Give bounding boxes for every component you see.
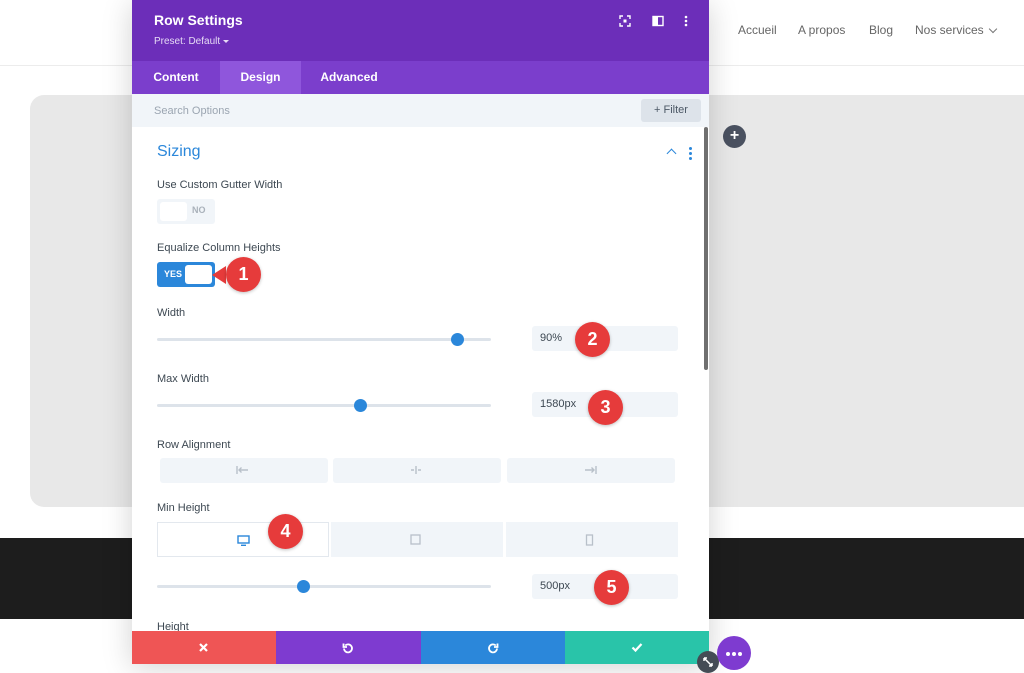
add-row-button[interactable]: +: [723, 125, 746, 148]
resize-handle[interactable]: [697, 651, 719, 673]
align-right-icon: [585, 466, 597, 474]
align-left-icon: [236, 466, 248, 474]
cancel-button[interactable]: [132, 631, 277, 664]
nav-link-a-propos[interactable]: A propos: [798, 23, 845, 37]
search-bar: + Filter: [132, 94, 709, 127]
align-right-button[interactable]: [507, 458, 675, 483]
close-icon: [199, 643, 208, 652]
row-settings-modal: Row Settings Preset: Default Content Des…: [132, 0, 709, 663]
equalize-label: Equalize Column Heights: [157, 242, 281, 254]
toggle-state-label: YES: [164, 269, 183, 279]
section-menu-icon[interactable]: [689, 147, 692, 162]
scrollbar[interactable]: [704, 127, 708, 370]
max-width-label: Max Width: [157, 373, 209, 385]
preset-label: Preset: Default: [154, 36, 221, 47]
modal-header: Row Settings Preset: Default: [132, 0, 709, 61]
check-icon: [631, 643, 643, 653]
modal-title: Row Settings: [154, 12, 243, 28]
custom-gutter-toggle[interactable]: NO: [157, 199, 215, 224]
nav-link-blog[interactable]: Blog: [869, 23, 893, 37]
save-button[interactable]: [564, 631, 709, 664]
search-input[interactable]: [154, 94, 614, 127]
redo-icon: [487, 643, 498, 654]
device-phone-button[interactable]: [506, 522, 678, 557]
width-label: Width: [157, 307, 186, 319]
desktop-icon: [237, 535, 250, 546]
nav-link-accueil[interactable]: Accueil: [738, 23, 777, 37]
max-width-slider[interactable]: [157, 404, 491, 407]
phone-icon: [585, 534, 594, 546]
annotation-marker-1: 1: [226, 257, 261, 292]
align-center-icon: [411, 466, 421, 474]
split-view-icon[interactable]: [651, 14, 665, 28]
preset-selector[interactable]: Preset: Default: [154, 36, 230, 47]
dot-icon: [738, 652, 742, 656]
dot-icon: [726, 652, 730, 656]
toggle-knob: [160, 202, 187, 221]
toggle-knob: [185, 265, 212, 284]
tab-content[interactable]: Content: [132, 61, 220, 94]
row-alignment-label: Row Alignment: [157, 439, 231, 451]
filter-button[interactable]: + Filter: [641, 99, 701, 122]
annotation-marker-5: 5: [594, 570, 629, 605]
tablet-icon: [410, 534, 421, 545]
caret-down-icon: [223, 39, 230, 43]
annotation-marker-4: 4: [268, 514, 303, 549]
align-left-button[interactable]: [160, 458, 328, 483]
min-height-slider[interactable]: [157, 585, 491, 588]
width-slider[interactable]: [157, 338, 491, 341]
tab-bar: Content Design Advanced: [132, 61, 709, 94]
resize-icon: [703, 657, 713, 667]
max-width-slider-handle[interactable]: [354, 399, 368, 412]
marker-pointer: [212, 266, 226, 284]
fullscreen-icon[interactable]: [618, 14, 632, 28]
chevron-down-icon: [988, 24, 998, 34]
device-desktop-button[interactable]: [157, 522, 329, 557]
nav-link-nos-services[interactable]: Nos services: [915, 23, 984, 37]
toggle-state-label: NO: [192, 205, 206, 215]
equalize-toggle[interactable]: YES: [157, 262, 215, 287]
min-height-label: Min Height: [157, 502, 210, 514]
section-title-sizing[interactable]: Sizing: [157, 143, 201, 161]
custom-gutter-label: Use Custom Gutter Width: [157, 179, 283, 191]
min-height-slider-handle[interactable]: [297, 580, 311, 593]
device-tablet-button[interactable]: [331, 522, 503, 557]
width-slider-handle[interactable]: [451, 333, 465, 346]
redo-button[interactable]: [420, 631, 565, 664]
chevron-up-icon[interactable]: [666, 148, 677, 159]
dot-icon: [732, 652, 736, 656]
annotation-marker-3: 3: [588, 390, 623, 425]
align-center-button[interactable]: [333, 458, 501, 483]
tab-advanced[interactable]: Advanced: [301, 61, 397, 94]
more-options-icon[interactable]: [679, 14, 693, 28]
annotation-marker-2: 2: [575, 322, 610, 357]
modal-action-bar: [132, 631, 709, 664]
tab-design[interactable]: Design: [220, 61, 301, 94]
undo-button[interactable]: [276, 631, 421, 664]
page-settings-button[interactable]: [717, 636, 751, 670]
undo-icon: [342, 643, 354, 654]
